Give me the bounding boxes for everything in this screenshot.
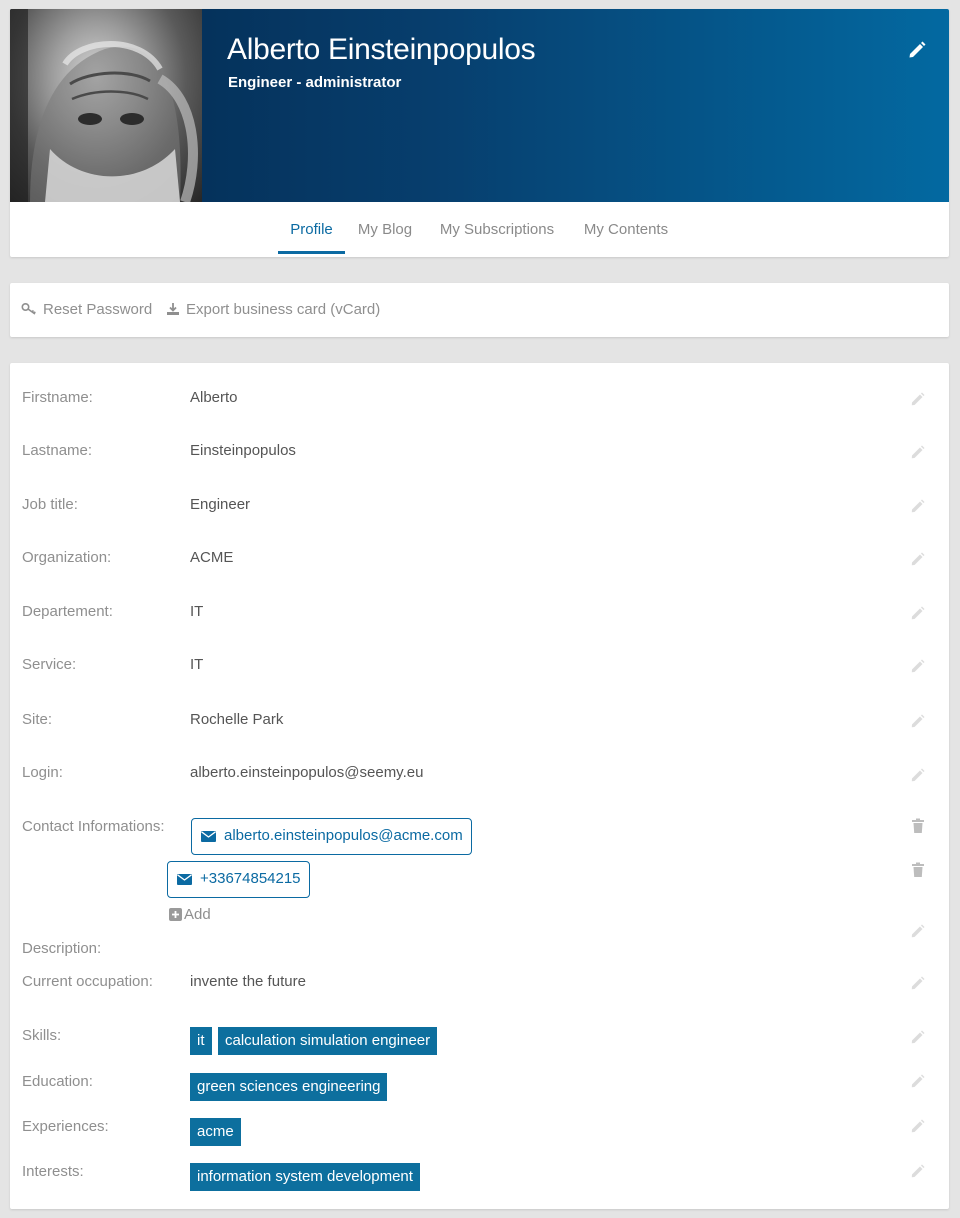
field-value: IT [190,603,204,620]
field-label: Login: [22,764,63,781]
export-vcard-button[interactable]: Export business card (vCard) [166,283,380,337]
tab-my-subscriptions[interactable]: My Subscriptions [435,202,559,254]
field-education: Education: green sciences engineering [10,1073,949,1103]
field-label: Experiences: [22,1118,109,1135]
field-label: Description: [22,940,102,957]
field-label: Contact Informations: [22,818,165,835]
experience-tag[interactable]: acme [190,1118,241,1146]
skill-tag[interactable]: it [190,1027,212,1055]
add-contact-label: Add [184,906,211,923]
profile-details: Firstname: Alberto Lastname: Einsteinpop… [10,363,949,1209]
user-role: Engineer - administrator [228,74,402,91]
tab-my-contents[interactable]: My Contents [579,202,673,254]
add-contact-button[interactable]: Add [169,906,211,923]
field-value: Rochelle Park [190,711,284,728]
field-value: invente the future [190,973,306,990]
edit-occupation-icon[interactable] [910,975,926,991]
field-skills: Skills: it calculation simulation engine… [10,1027,949,1057]
education-tag[interactable]: green sciences engineering [190,1073,388,1101]
field-value: Engineer [190,496,251,513]
field-value: Einsteinpopulos [190,442,296,459]
edit-experiences-icon[interactable] [910,1118,926,1134]
edit-firstname-icon[interactable] [910,391,926,407]
field-value: alberto.einsteinpopulos@seemy.eu [190,764,424,781]
interest-tag[interactable]: information system development [190,1163,420,1191]
tab-profile[interactable]: Profile [278,202,345,254]
field-label: Skills: [22,1027,62,1044]
contact-email-value: alberto.einsteinpopulos@acme.com [224,827,463,844]
field-value: Alberto [190,389,238,406]
envelope-icon [177,874,192,885]
download-icon [167,303,179,315]
field-label: Lastname: [22,442,93,459]
edit-skills-icon[interactable] [910,1029,926,1045]
edit-lastname-icon[interactable] [910,444,926,460]
tab-my-blog[interactable]: My Blog [356,202,414,254]
contact-phone-pill[interactable]: +33674854215 [167,861,310,898]
edit-education-icon[interactable] [910,1073,926,1089]
profile-tabs: Profile My Blog My Subscriptions My Cont… [10,202,949,257]
plus-square-icon [169,908,182,921]
edit-interests-icon[interactable] [910,1163,926,1179]
edit-profile-icon[interactable] [907,40,927,60]
field-interests: Interests: information system developmen… [10,1163,949,1193]
edit-organization-icon[interactable] [910,551,926,567]
envelope-icon [201,831,216,842]
edit-job-title-icon[interactable] [910,498,926,514]
field-contact-informations: Contact Informations: alberto.einsteinpo… [10,818,949,928]
field-label: Current occupation: [22,973,153,990]
field-value: ACME [190,549,234,566]
contact-phone-value: +33674854215 [200,870,301,887]
edit-department-icon[interactable] [910,605,926,621]
edit-login-icon[interactable] [910,767,926,783]
delete-phone-icon[interactable] [911,862,925,878]
field-label: Site: [22,711,53,728]
field-label: Departement: [22,603,113,620]
skill-tag[interactable]: calculation simulation engineer [218,1027,438,1055]
reset-password-button[interactable]: Reset Password [21,283,152,337]
user-name: Alberto Einsteinpopulos [227,33,536,66]
field-label: Interests: [22,1163,84,1180]
export-vcard-label: Export business card (vCard) [186,301,381,318]
profile-actions-bar: Reset Password Export business card (vCa… [10,283,949,337]
key-icon [21,302,36,315]
reset-password-label: Reset Password [43,301,153,318]
field-value: IT [190,656,204,673]
field-label: Job title: [22,496,78,513]
field-label: Service: [22,656,77,673]
contact-email-pill[interactable]: alberto.einsteinpopulos@acme.com [191,818,472,855]
avatar [10,9,202,202]
field-label: Education: [22,1073,93,1090]
field-label: Firstname: [22,389,93,406]
edit-service-icon[interactable] [910,658,926,674]
field-experiences: Experiences: acme [10,1118,949,1148]
edit-site-icon[interactable] [910,713,926,729]
profile-header: Alberto Einsteinpopulos Engineer - admin… [10,9,949,257]
field-label: Organization: [22,549,112,566]
edit-description-icon[interactable] [910,923,926,939]
delete-email-icon[interactable] [911,818,925,834]
